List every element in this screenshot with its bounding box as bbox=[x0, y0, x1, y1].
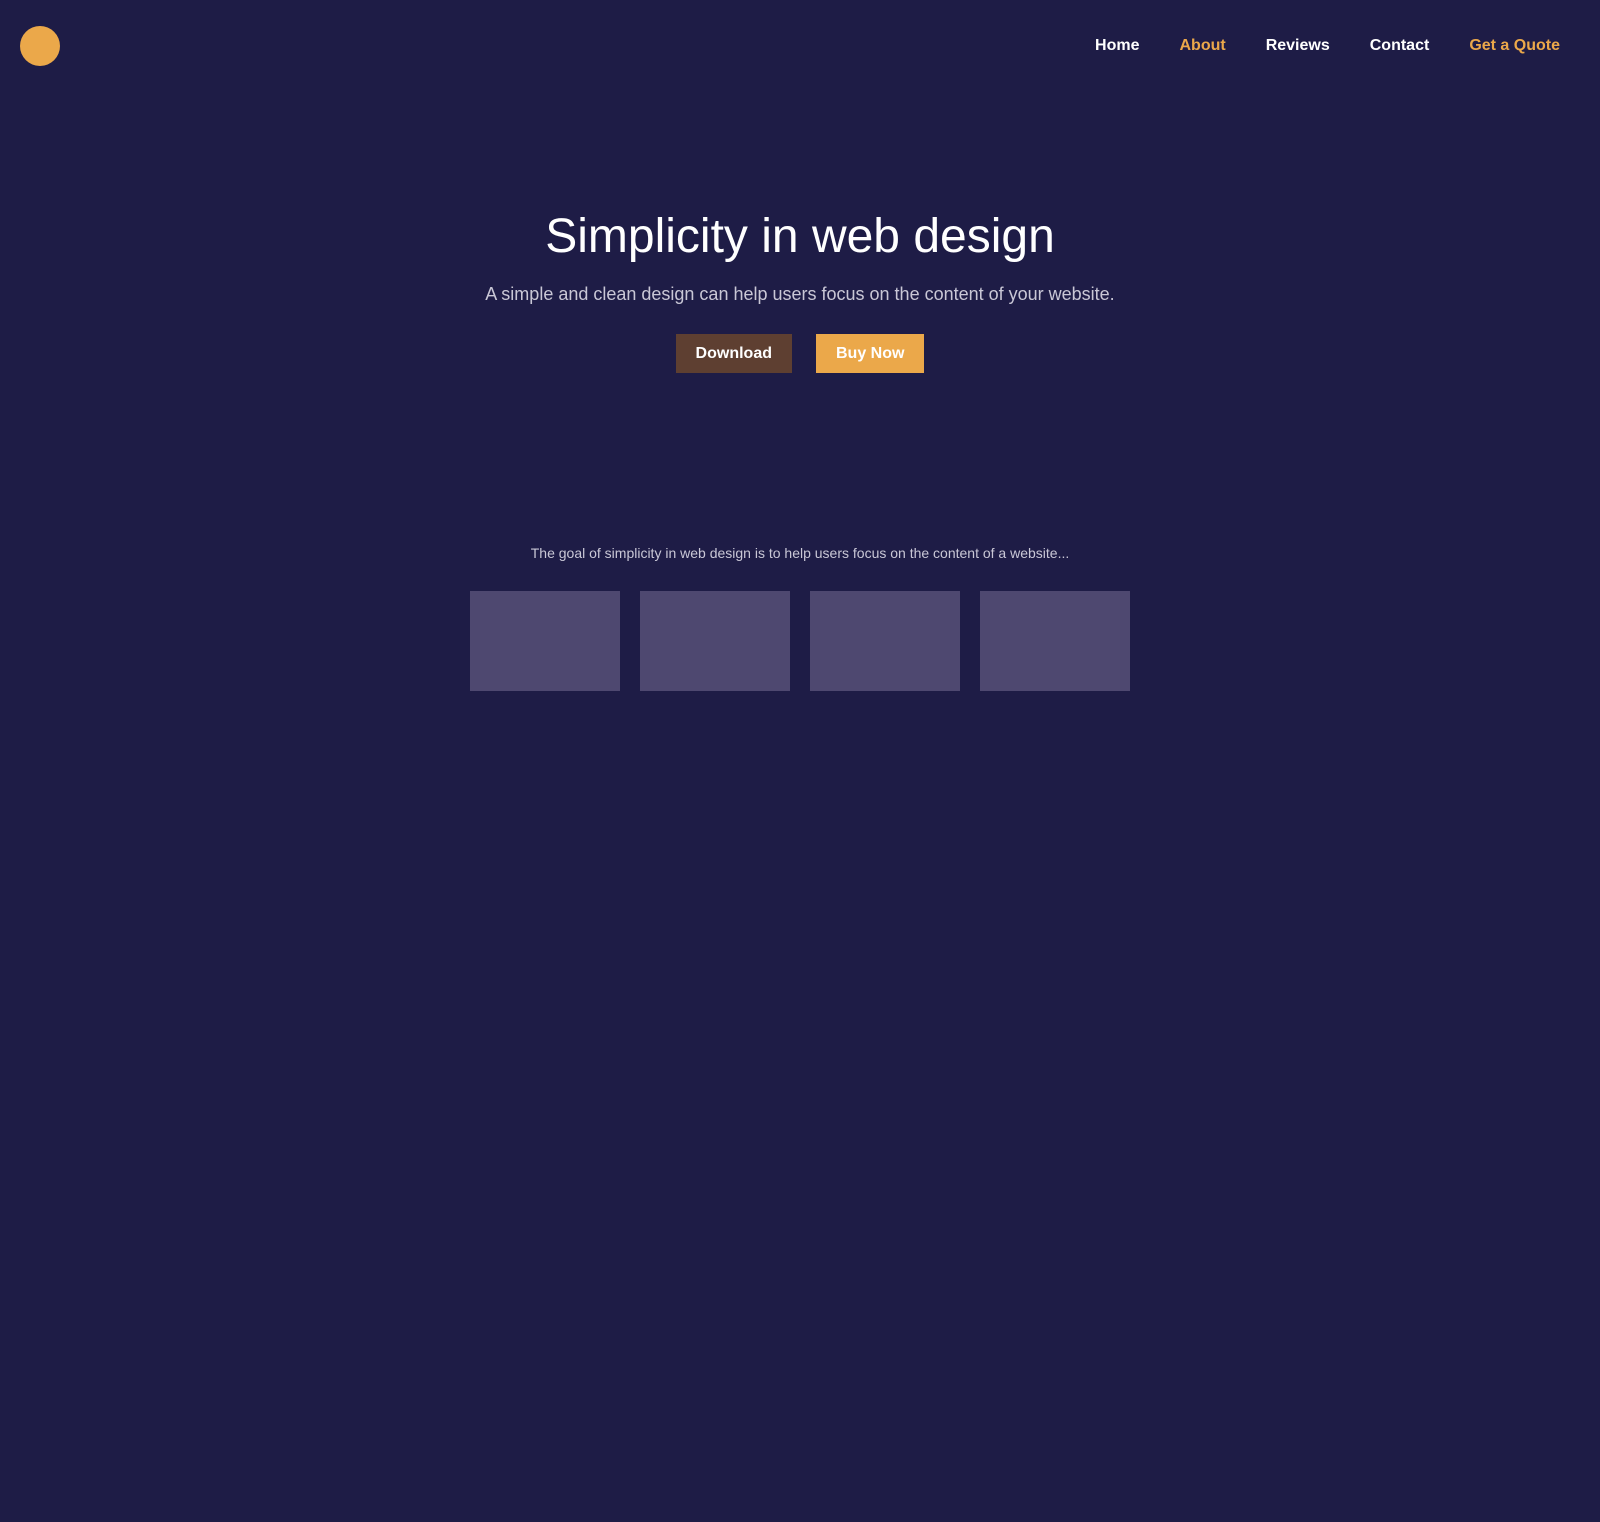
nav-home-link[interactable]: Home bbox=[1095, 36, 1139, 56]
nav-reviews-link[interactable]: Reviews bbox=[1266, 36, 1330, 56]
hero-buttons: Download Buy Now bbox=[0, 334, 1600, 373]
placeholder-card bbox=[810, 591, 960, 691]
goal-text: The goal of simplicity in web design is … bbox=[530, 545, 1070, 561]
nav-get-a-quote-link[interactable]: Get a Quote bbox=[1469, 36, 1560, 56]
placeholder-card bbox=[470, 591, 620, 691]
card-grid bbox=[470, 591, 1130, 691]
download-button[interactable]: Download bbox=[675, 334, 792, 373]
hero-section: Simplicity in web design A simple and cl… bbox=[0, 205, 1600, 373]
nav-contact-link[interactable]: Contact bbox=[1370, 36, 1430, 56]
buy-now-button[interactable]: Buy Now bbox=[815, 334, 925, 373]
placeholder-card bbox=[640, 591, 790, 691]
main-nav: Home About Reviews Contact Get a Quote bbox=[1055, 36, 1560, 56]
nav-about-link[interactable]: About bbox=[1180, 36, 1226, 56]
placeholder-card bbox=[980, 591, 1130, 691]
hero-title: Simplicity in web design bbox=[545, 210, 1055, 263]
hero-subtitle: A simple and clean design can help users… bbox=[485, 284, 1115, 304]
logo-icon[interactable] bbox=[20, 26, 60, 66]
